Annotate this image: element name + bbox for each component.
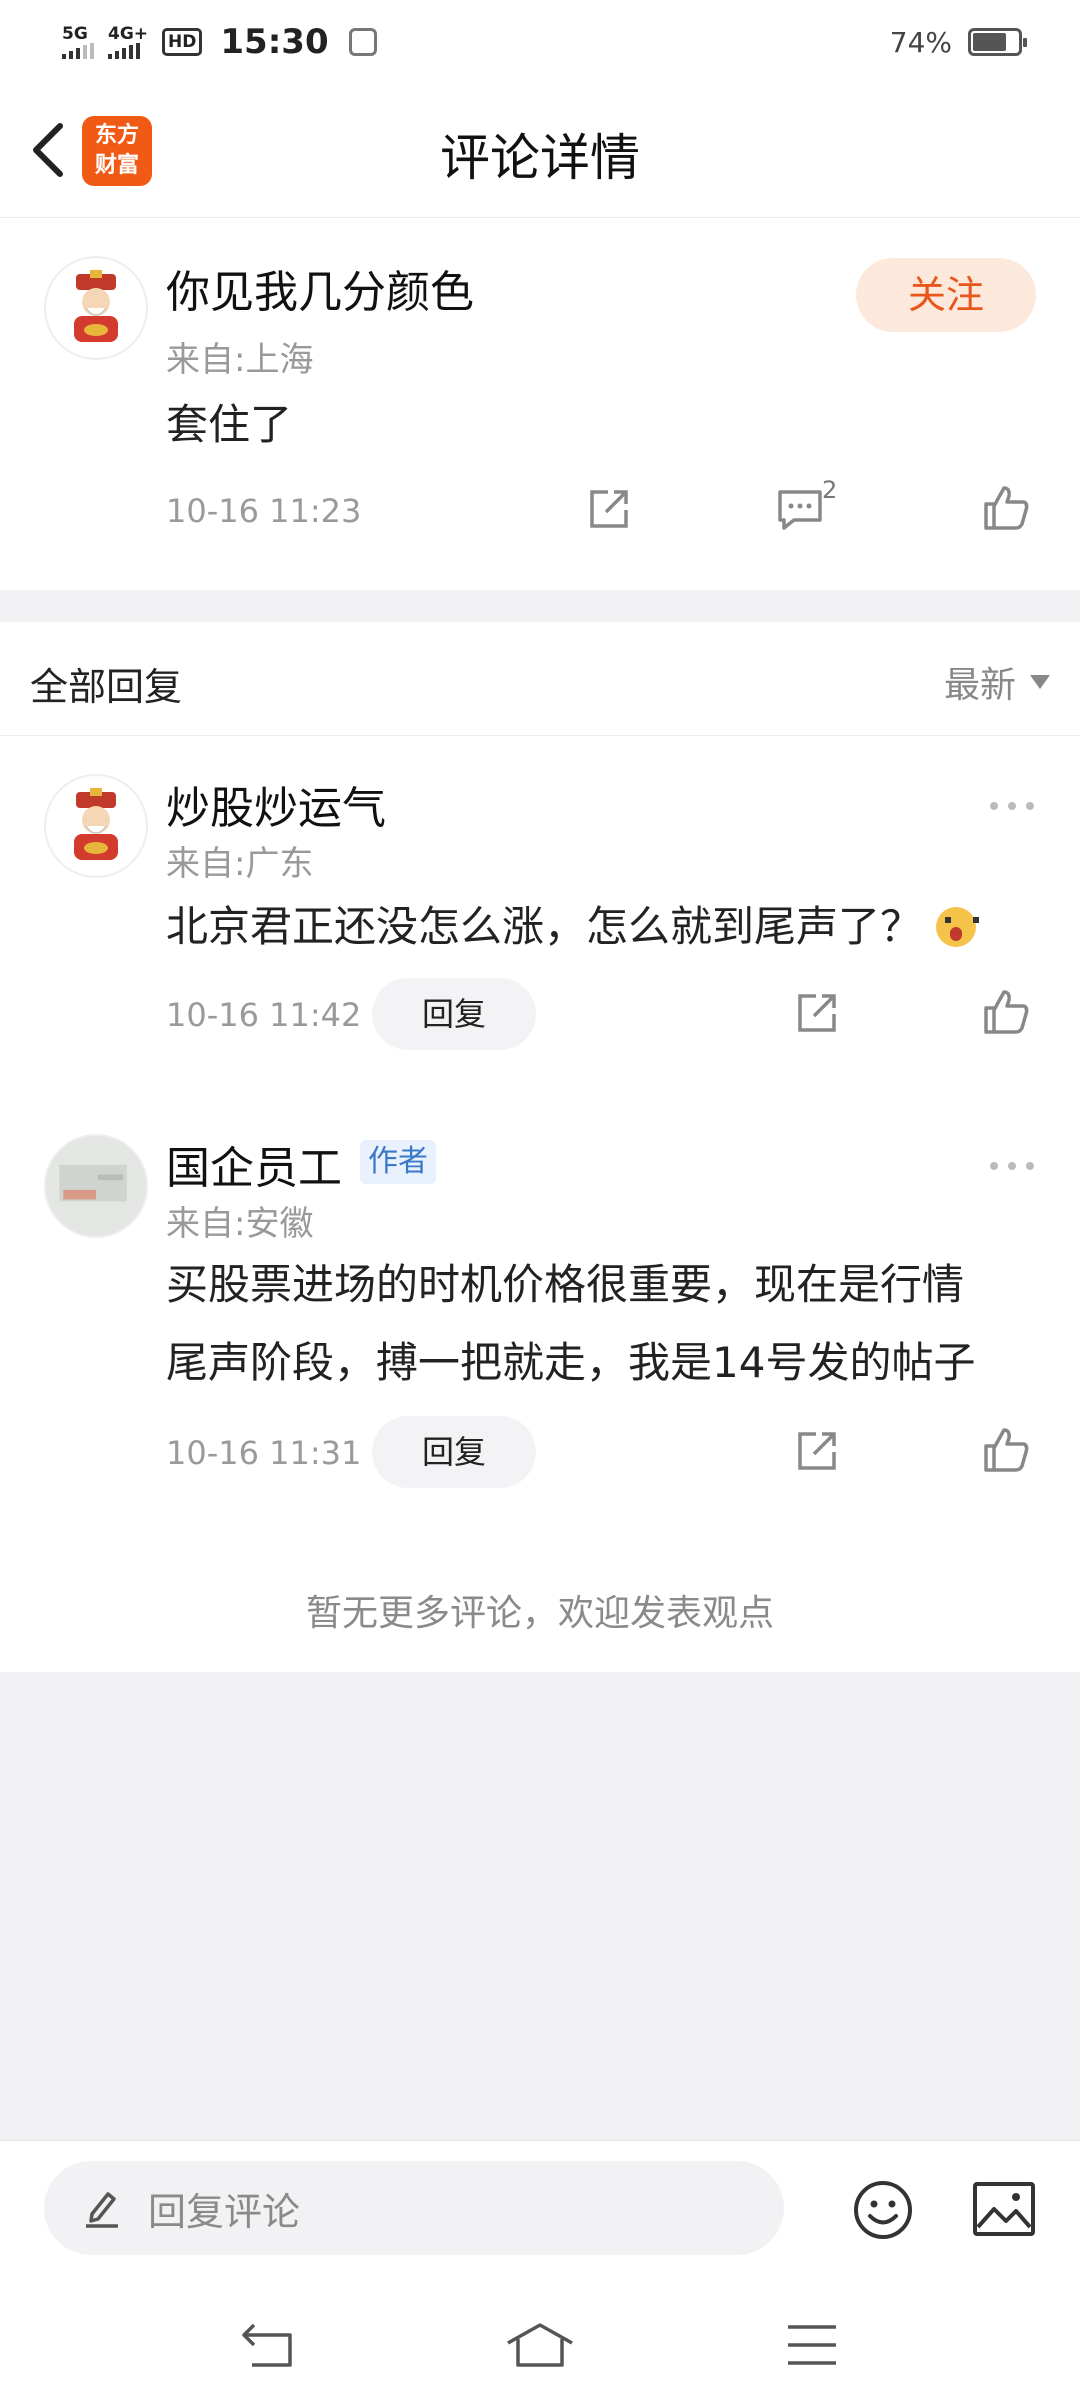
replies-header: 全部回复 最新 [0,622,1080,736]
follow-button[interactable]: 关注 [856,258,1036,332]
vpn-icon [348,28,377,56]
avatar[interactable] [44,774,148,878]
comment-icon[interactable] [776,488,824,532]
image-icon[interactable] [972,2181,1036,2237]
share-icon[interactable] [794,1428,840,1474]
reply-author[interactable]: 炒股炒运气 [166,772,386,836]
page: 5G 4G+ HD 15:30 74% 东方 财富 评论详情 你见我几分颜色 来… [0,0,1080,2400]
caishen-avatar-icon [74,270,118,342]
avatar[interactable] [44,256,148,360]
bottom-bar: 回复评论 [0,2140,1080,2400]
reply-input[interactable]: 回复评论 [44,2161,784,2255]
sort-label: 最新 [943,665,1016,706]
reply-text-line: 尾声阶段，搏一把就走，我是14号发的帖子 [166,1338,976,1387]
comment-content: 套住了 [166,400,293,449]
avatar[interactable] [44,1134,148,1238]
signal-label: 4G+ [108,23,149,44]
replies-section: 全部回复 最新 炒股炒运气 来自:广东 北京君正还没怎么涨，怎么就到尾声了？ 1… [0,622,1080,1672]
reply-time: 10-16 11:42 [166,996,362,1034]
caishen-avatar-icon [74,788,118,860]
emoji-icon[interactable] [852,2179,914,2241]
like-icon[interactable] [982,484,1030,532]
pencil-icon [86,2192,118,2228]
more-options-icon[interactable] [990,1162,1034,1170]
page-title: 评论详情 [440,129,640,187]
reply-count-badge: 2 [822,476,838,504]
nav-menu-icon[interactable] [786,2323,838,2367]
share-icon[interactable] [794,990,840,1036]
signal-5g-icon: 5G [62,23,94,59]
no-more-comments: 暂无更多评论，欢迎发表观点 [305,1593,774,1634]
reply-time: 10-16 11:31 [166,1434,362,1472]
share-icon[interactable] [586,486,632,532]
signal-label: 5G [62,23,88,44]
reply-content: 买股票进场的时机价格很重要，现在是行情 尾声阶段，搏一把就走，我是14号发的帖子 [166,1246,975,1402]
status-bar: 5G 4G+ HD 15:30 74% [0,0,1080,84]
reply-author[interactable]: 国企员工 [166,1132,342,1196]
reply-text: 北京君正还没怎么涨，怎么就到尾声了？ [166,902,923,951]
photo-avatar-icon [46,1136,146,1236]
battery-icon [968,28,1027,56]
reply-location: 来自:广东 [166,844,314,884]
comment-location: 来自:上海 [166,340,314,380]
like-icon[interactable] [982,1426,1030,1474]
reply-location: 来自:安徽 [166,1204,314,1244]
system-nav-bar [0,2291,1080,2391]
app-header: 东方 财富 评论详情 [0,84,1080,218]
main-comment-card: 你见我几分颜色 来自:上海 套住了 10-16 11:23 关注 2 [0,218,1080,590]
more-options-icon[interactable] [990,802,1034,810]
signal-4g-icon: 4G+ [108,23,149,59]
shocked-emoji-icon [936,907,980,947]
dropdown-triangle-icon [1030,675,1050,689]
hd-icon: HD [162,28,203,56]
sort-dropdown[interactable]: 最新 [944,656,1050,708]
nav-back-icon[interactable] [240,2321,296,2369]
author-badge: 作者 [360,1140,436,1184]
reply-button[interactable]: 回复 [372,1416,536,1488]
like-icon[interactable] [982,988,1030,1036]
replies-title: 全部回复 [30,665,183,709]
comment-time: 10-16 11:23 [166,492,362,530]
reply-button[interactable]: 回复 [372,978,536,1050]
nav-home-icon[interactable] [504,2321,576,2369]
reply-input-placeholder: 回复评论 [148,2189,301,2234]
battery-percent: 74% [889,25,952,59]
comment-author[interactable]: 你见我几分颜色 [166,256,474,320]
reply-content: 北京君正还没怎么涨，怎么就到尾声了？ [166,888,980,966]
clock: 15:30 [220,22,329,62]
reply-text-line: 买股票进场的时机价格很重要，现在是行情 [166,1260,965,1309]
